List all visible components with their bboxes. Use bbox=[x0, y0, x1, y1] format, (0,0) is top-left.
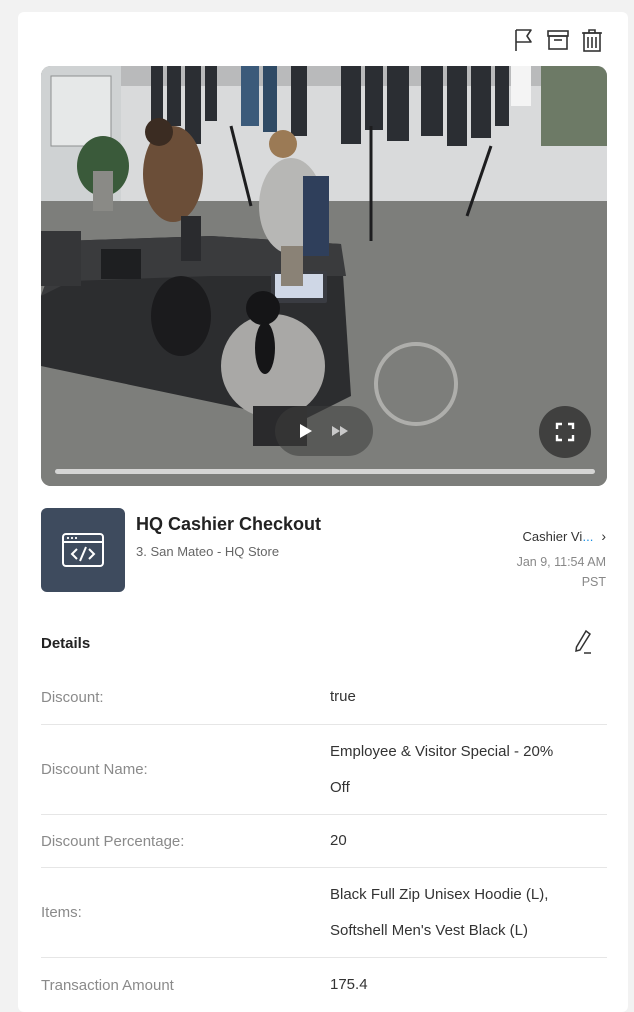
fullscreen-icon[interactable] bbox=[539, 406, 591, 458]
event-card: HQ Cashier Checkout 3. San Mateo - HQ St… bbox=[18, 12, 628, 1012]
detail-row-items: Items: Black Full Zip Unisex Hoodie (L),… bbox=[41, 868, 607, 958]
camera-name-ellipsis: ... bbox=[582, 528, 594, 544]
detail-label: Discount: bbox=[41, 688, 104, 706]
details-heading: Details bbox=[41, 635, 91, 652]
archive-icon[interactable] bbox=[546, 26, 570, 54]
detail-label: Items: bbox=[41, 904, 82, 921]
card-actions bbox=[512, 26, 604, 54]
fast-forward-icon[interactable] bbox=[331, 425, 349, 437]
detail-row-discount-name: Discount Name: Employee & Visitor Specia… bbox=[41, 725, 607, 815]
detail-value: 20 bbox=[330, 832, 347, 849]
detail-value: 175.4 bbox=[330, 976, 368, 993]
detail-value: true bbox=[330, 688, 356, 705]
detail-value: Employee & Visitor Special - 20% Off bbox=[330, 742, 554, 796]
trash-icon[interactable] bbox=[580, 26, 604, 54]
play-icon[interactable] bbox=[299, 423, 313, 439]
event-timestamp: Jan 9, 11:54 AM PST bbox=[516, 555, 606, 589]
chevron-right-icon: › bbox=[601, 528, 606, 544]
detail-row-discount: Discount: true bbox=[41, 670, 607, 725]
edit-pencil-icon[interactable] bbox=[572, 629, 594, 655]
detail-value: Black Full Zip Unisex Hoodie (L), Softsh… bbox=[330, 885, 549, 939]
detail-label: Transaction Amount bbox=[41, 976, 174, 994]
camera-link[interactable]: Cashier Vie ... › bbox=[522, 528, 606, 544]
playback-controls bbox=[275, 406, 373, 456]
event-type-icon bbox=[41, 508, 125, 592]
video-player[interactable] bbox=[41, 66, 607, 486]
detail-label: Discount Percentage: bbox=[41, 832, 185, 850]
event-location: 3. San Mateo - HQ Store bbox=[136, 544, 280, 559]
detail-label: Discount Name: bbox=[41, 761, 148, 778]
details-list: Discount: true Discount Name: Employee &… bbox=[41, 670, 607, 1012]
camera-name: Cashier Vie bbox=[522, 528, 583, 544]
detail-row-discount-percentage: Discount Percentage: 20 bbox=[41, 815, 607, 868]
event-title: HQ Cashier Checkout bbox=[136, 514, 322, 534]
video-scrubber[interactable] bbox=[55, 469, 595, 474]
detail-row-transaction-amount: Transaction Amount 175.4 bbox=[41, 958, 607, 1012]
flag-icon[interactable] bbox=[512, 26, 536, 54]
